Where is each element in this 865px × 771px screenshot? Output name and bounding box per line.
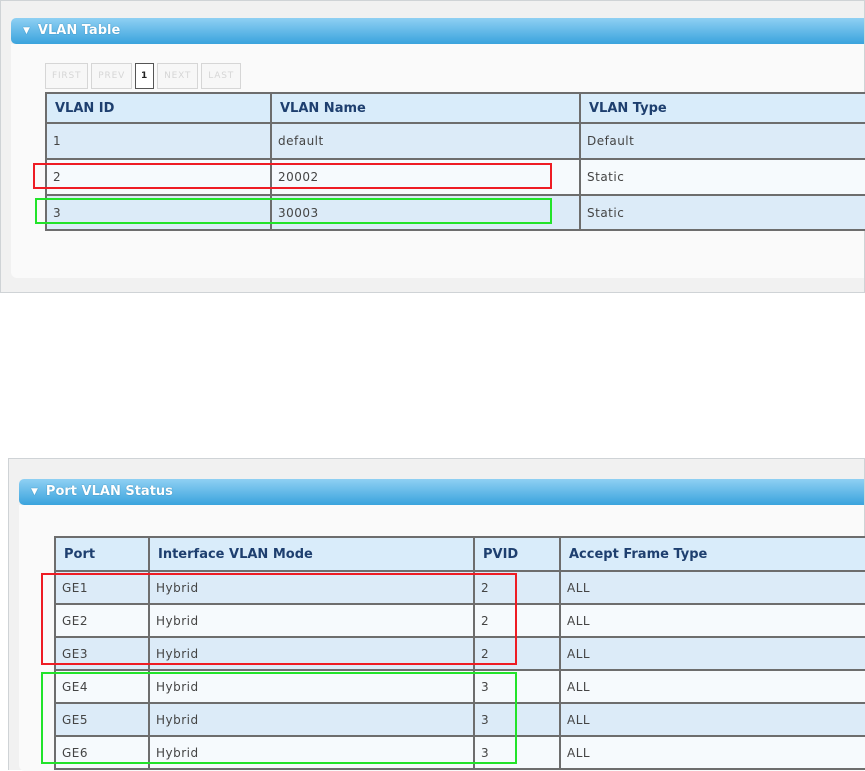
collapse-caret-icon[interactable]: ▼ bbox=[23, 18, 30, 44]
cell-vlan-type: Static bbox=[579, 158, 865, 196]
column-header-vlan-type[interactable]: VLAN Type bbox=[579, 92, 865, 124]
table-header-row: VLAN ID VLAN Name VLAN Type bbox=[45, 92, 865, 124]
page-prev-button[interactable]: PREV bbox=[91, 63, 133, 89]
table-row[interactable]: 1 default Default bbox=[45, 122, 865, 160]
port-vlan-status-header[interactable]: ▼ Port VLAN Status bbox=[19, 479, 864, 505]
vlan-table-title: VLAN Table bbox=[37, 23, 121, 38]
cell-accept-frame-type: ALL bbox=[559, 702, 865, 737]
cell-vlan-name: default bbox=[270, 122, 581, 160]
green-highlight-box bbox=[35, 198, 552, 224]
cell-vlan-id: 1 bbox=[45, 122, 272, 160]
red-highlight-box bbox=[33, 163, 552, 189]
cell-vlan-type: Default bbox=[579, 122, 865, 160]
green-highlight-box bbox=[41, 672, 517, 764]
column-header-vlan-id[interactable]: VLAN ID bbox=[45, 92, 272, 124]
pagination: FIRST PREV 1 NEXT LAST bbox=[45, 63, 242, 89]
column-header-vlan-name[interactable]: VLAN Name bbox=[270, 92, 581, 124]
page-last-button[interactable]: LAST bbox=[201, 63, 242, 89]
cell-accept-frame-type: ALL bbox=[559, 636, 865, 671]
column-header-interface-vlan-mode[interactable]: Interface VLAN Mode bbox=[148, 536, 475, 572]
cell-accept-frame-type: ALL bbox=[559, 669, 865, 704]
table-header-row: Port Interface VLAN Mode PVID Accept Fra… bbox=[54, 536, 865, 572]
column-header-port[interactable]: Port bbox=[54, 536, 150, 572]
column-header-pvid[interactable]: PVID bbox=[473, 536, 561, 572]
page-next-button[interactable]: NEXT bbox=[157, 63, 199, 89]
cell-accept-frame-type: ALL bbox=[559, 735, 865, 770]
vlan-table-header[interactable]: ▼ VLAN Table bbox=[11, 18, 864, 44]
cell-vlan-type: Static bbox=[579, 194, 865, 231]
vlan-table-panel: ▼ VLAN Table FIRST PREV 1 NEXT LAST VLAN … bbox=[0, 0, 865, 293]
column-header-accept-frame-type[interactable]: Accept Frame Type bbox=[559, 536, 865, 572]
red-highlight-box bbox=[41, 573, 517, 665]
page-current-button[interactable]: 1 bbox=[135, 63, 155, 89]
cell-accept-frame-type: ALL bbox=[559, 570, 865, 605]
port-vlan-status-title: Port VLAN Status bbox=[45, 484, 173, 499]
collapse-caret-icon[interactable]: ▼ bbox=[31, 479, 38, 505]
page-first-button[interactable]: FIRST bbox=[45, 63, 89, 89]
cell-accept-frame-type: ALL bbox=[559, 603, 865, 638]
